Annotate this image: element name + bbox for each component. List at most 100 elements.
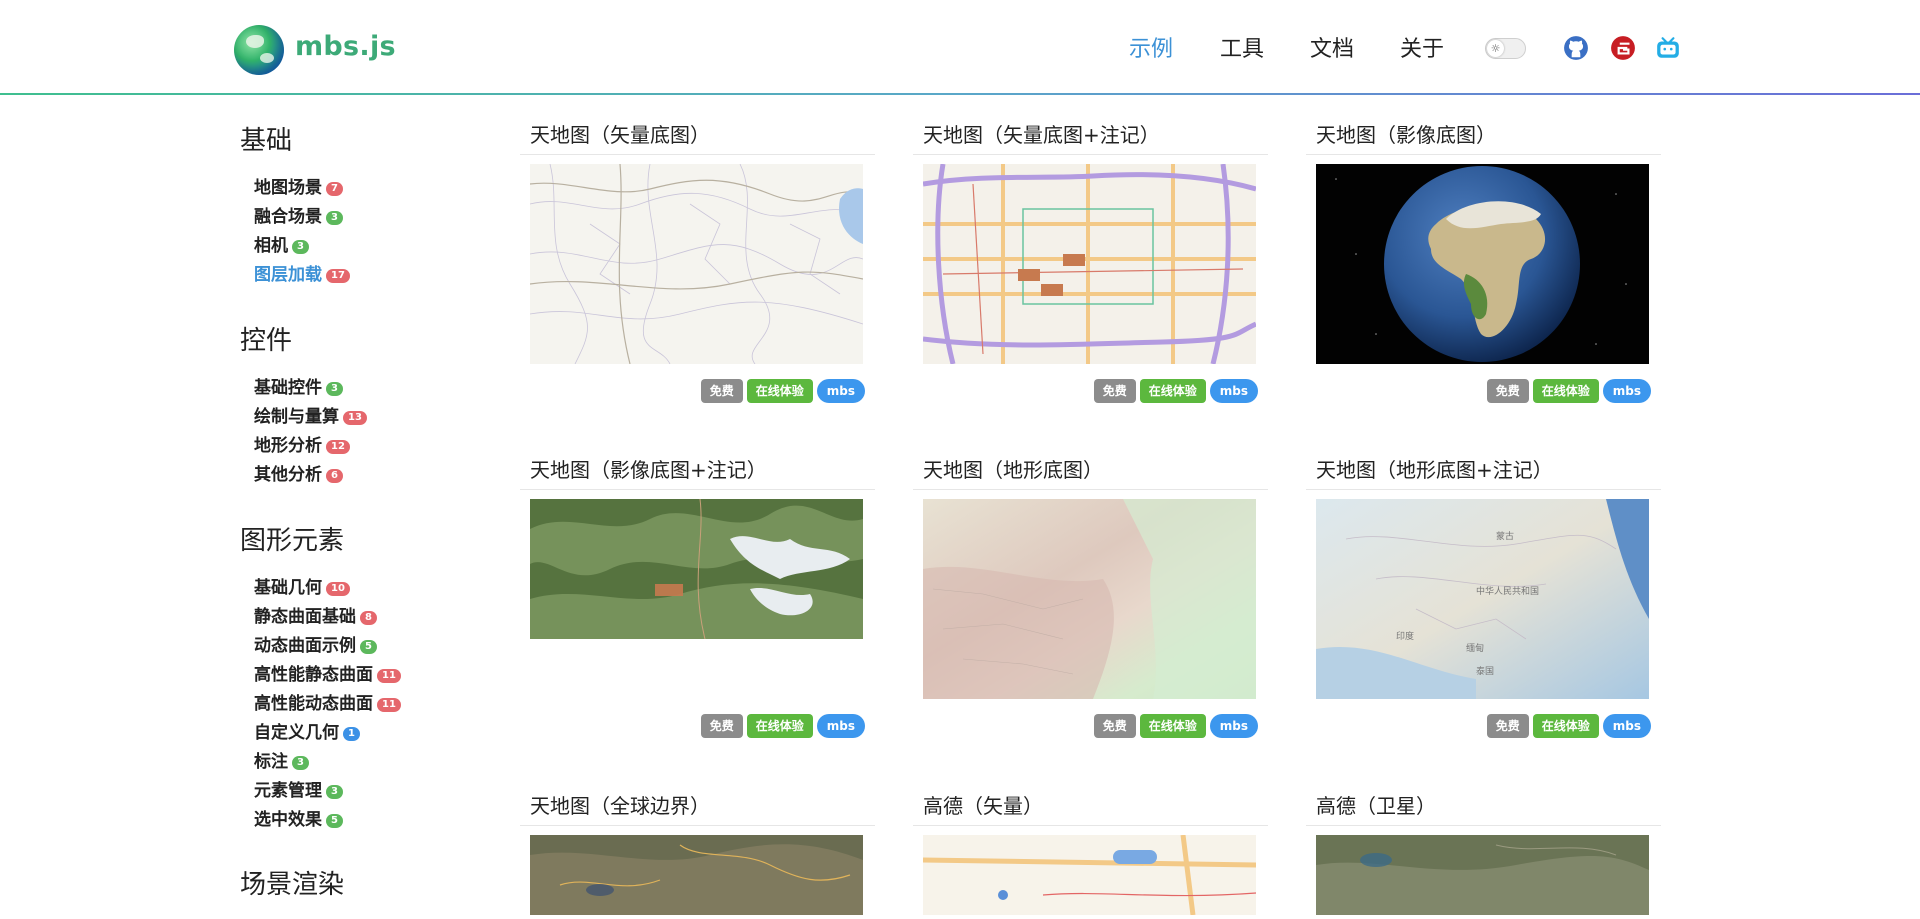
card-title[interactable]: 天地图（矢量底图） (530, 119, 710, 148)
sidebar-item[interactable]: 动态曲面示例 5 (254, 631, 377, 656)
sidebar-item[interactable]: 地图场景 7 (254, 173, 343, 198)
mbs-tag[interactable]: mbs (1209, 714, 1258, 738)
sidebar-item-label: 选中效果 (254, 810, 322, 830)
free-tag[interactable]: 免费 (700, 714, 743, 738)
count-badge: 3 (326, 211, 343, 225)
terrain-label-thailand: 泰国 (1476, 665, 1494, 676)
sidebar-item-label: 其他分析 (254, 465, 322, 485)
mbs-tag[interactable]: mbs (816, 379, 865, 403)
sidebar-item[interactable]: 基础几何 10 (254, 573, 350, 598)
nav-about[interactable]: 关于 (1400, 31, 1444, 63)
card-divider (913, 825, 1268, 826)
mbs-tag[interactable]: mbs (1602, 379, 1651, 403)
card-thumbnail[interactable] (923, 164, 1256, 364)
sidebar-item-label: 地形分析 (254, 436, 322, 456)
free-tag[interactable]: 免费 (1093, 714, 1136, 738)
free-tag[interactable]: 免费 (1486, 714, 1529, 738)
card-title[interactable]: 高德（卫星） (1316, 790, 1436, 819)
mbs-tag[interactable]: mbs (816, 714, 865, 738)
example-card[interactable]: 天地图（矢量底图+注记） 免费 在线体验 mbs (913, 119, 1268, 419)
sidebar-item[interactable]: 高性能静态曲面 11 (254, 660, 401, 685)
card-title[interactable]: 天地图（矢量底图+注记） (923, 119, 1160, 148)
online-demo-button[interactable]: 在线体验 (1139, 379, 1206, 403)
sidebar-item[interactable]: 元素管理 3 (254, 776, 343, 801)
sidebar-item[interactable]: 其他分析 6 (254, 460, 343, 485)
card-tags: 免费 在线体验 mbs (700, 714, 865, 738)
count-badge: 6 (326, 469, 343, 483)
sidebar-item[interactable]: 自定义几何 1 (254, 718, 360, 743)
card-title[interactable]: 天地图（全球边界） (530, 790, 710, 819)
card-divider (1306, 825, 1661, 826)
sidebar-item-label: 标注 (254, 752, 288, 772)
sidebar-section-title: 场景渲染 (240, 870, 345, 900)
sidebar-item[interactable]: 静态曲面基础 8 (254, 602, 377, 627)
terrain-label-prc: 中华人民共和国 (1476, 585, 1539, 596)
example-card[interactable]: 天地图（影像底图） 免费 在线体验 mbs (1306, 119, 1661, 419)
count-badge: 3 (326, 382, 343, 396)
sidebar-item[interactable]: 高性能动态曲面 11 (254, 689, 401, 714)
nav-tools[interactable]: 工具 (1220, 31, 1264, 63)
card-title[interactable]: 天地图（影像底图） (1316, 119, 1496, 148)
card-title[interactable]: 天地图（地形底图） (923, 454, 1103, 483)
card-thumbnail[interactable] (1316, 835, 1649, 915)
count-badge: 11 (377, 669, 401, 683)
github-icon[interactable] (1563, 35, 1589, 61)
sidebar-item[interactable]: 标注 3 (254, 747, 309, 772)
example-card[interactable]: 高德（卫星） (1306, 790, 1661, 919)
card-thumbnail[interactable] (530, 164, 863, 364)
online-demo-button[interactable]: 在线体验 (1139, 714, 1206, 738)
online-demo-button[interactable]: 在线体验 (746, 714, 813, 738)
card-divider (1306, 489, 1661, 490)
sidebar-item-label: 图层加载 (254, 265, 322, 285)
card-thumbnail[interactable] (1316, 164, 1649, 364)
card-thumbnail[interactable] (530, 835, 863, 915)
online-demo-button[interactable]: 在线体验 (1532, 379, 1599, 403)
card-title[interactable]: 天地图（影像底图+注记） (530, 454, 767, 483)
brand-title[interactable]: mbs.js (295, 31, 396, 62)
card-divider (1306, 154, 1661, 155)
theme-toggle[interactable]: ☼ (1485, 38, 1526, 59)
nav-examples[interactable]: 示例 (1129, 31, 1173, 63)
online-demo-button[interactable]: 在线体验 (746, 379, 813, 403)
card-divider (913, 489, 1268, 490)
count-badge: 3 (292, 240, 309, 254)
sidebar-item[interactable]: 融合场景 3 (254, 202, 343, 227)
example-card[interactable]: 高德（矢量） (913, 790, 1268, 919)
card-title[interactable]: 天地图（地形底图+注记） (1316, 454, 1553, 483)
mbs-tag[interactable]: mbs (1602, 714, 1651, 738)
header-divider (0, 93, 1920, 95)
card-thumbnail[interactable] (530, 499, 863, 639)
count-badge: 7 (326, 182, 343, 196)
card-thumbnail[interactable]: 中华人民共和国 印度 缅甸 泰国 蒙古 (1316, 499, 1649, 699)
card-divider (520, 489, 875, 490)
bilibili-icon[interactable] (1655, 35, 1681, 61)
example-card[interactable]: 天地图（矢量底图） 免费 在线体验 mbs (520, 119, 875, 419)
example-card[interactable]: 天地图（影像底图+注记） 免费 在线体验 mbs (520, 454, 875, 754)
gitee-icon[interactable] (1610, 35, 1636, 61)
sidebar-item[interactable]: 基础控件 3 (254, 373, 343, 398)
free-tag[interactable]: 免费 (700, 379, 743, 403)
card-title[interactable]: 高德（矢量） (923, 790, 1043, 819)
sidebar-item[interactable]: 选中效果 5 (254, 805, 343, 830)
example-card[interactable]: 天地图（全球边界） (520, 790, 875, 919)
nav-docs[interactable]: 文档 (1310, 31, 1354, 63)
sidebar-section-title: 图形元素 (240, 526, 345, 556)
card-thumbnail[interactable] (923, 499, 1256, 699)
example-card[interactable]: 天地图（地形底图） 免费 在线体验 mbs (913, 454, 1268, 754)
sidebar-item-label: 融合场景 (254, 207, 322, 227)
card-divider (913, 154, 1268, 155)
card-divider (520, 825, 875, 826)
mbs-tag[interactable]: mbs (1209, 379, 1258, 403)
sidebar-item[interactable]: 图层加载 17 (254, 260, 350, 285)
sun-icon: ☼ (1487, 40, 1504, 57)
free-tag[interactable]: 免费 (1093, 379, 1136, 403)
example-card[interactable]: 天地图（地形底图+注记） 中华人民共和国 印度 缅甸 泰国 蒙古 免费 在线体验 m… (1306, 454, 1661, 754)
sidebar-item[interactable]: 相机 3 (254, 231, 309, 256)
sidebar-item[interactable]: 绘制与量算 13 (254, 402, 367, 427)
logo-globe-icon[interactable] (234, 25, 284, 75)
card-thumbnail[interactable] (923, 835, 1256, 915)
count-badge: 5 (326, 814, 343, 828)
online-demo-button[interactable]: 在线体验 (1532, 714, 1599, 738)
sidebar-item[interactable]: 地形分析 12 (254, 431, 350, 456)
free-tag[interactable]: 免费 (1486, 379, 1529, 403)
